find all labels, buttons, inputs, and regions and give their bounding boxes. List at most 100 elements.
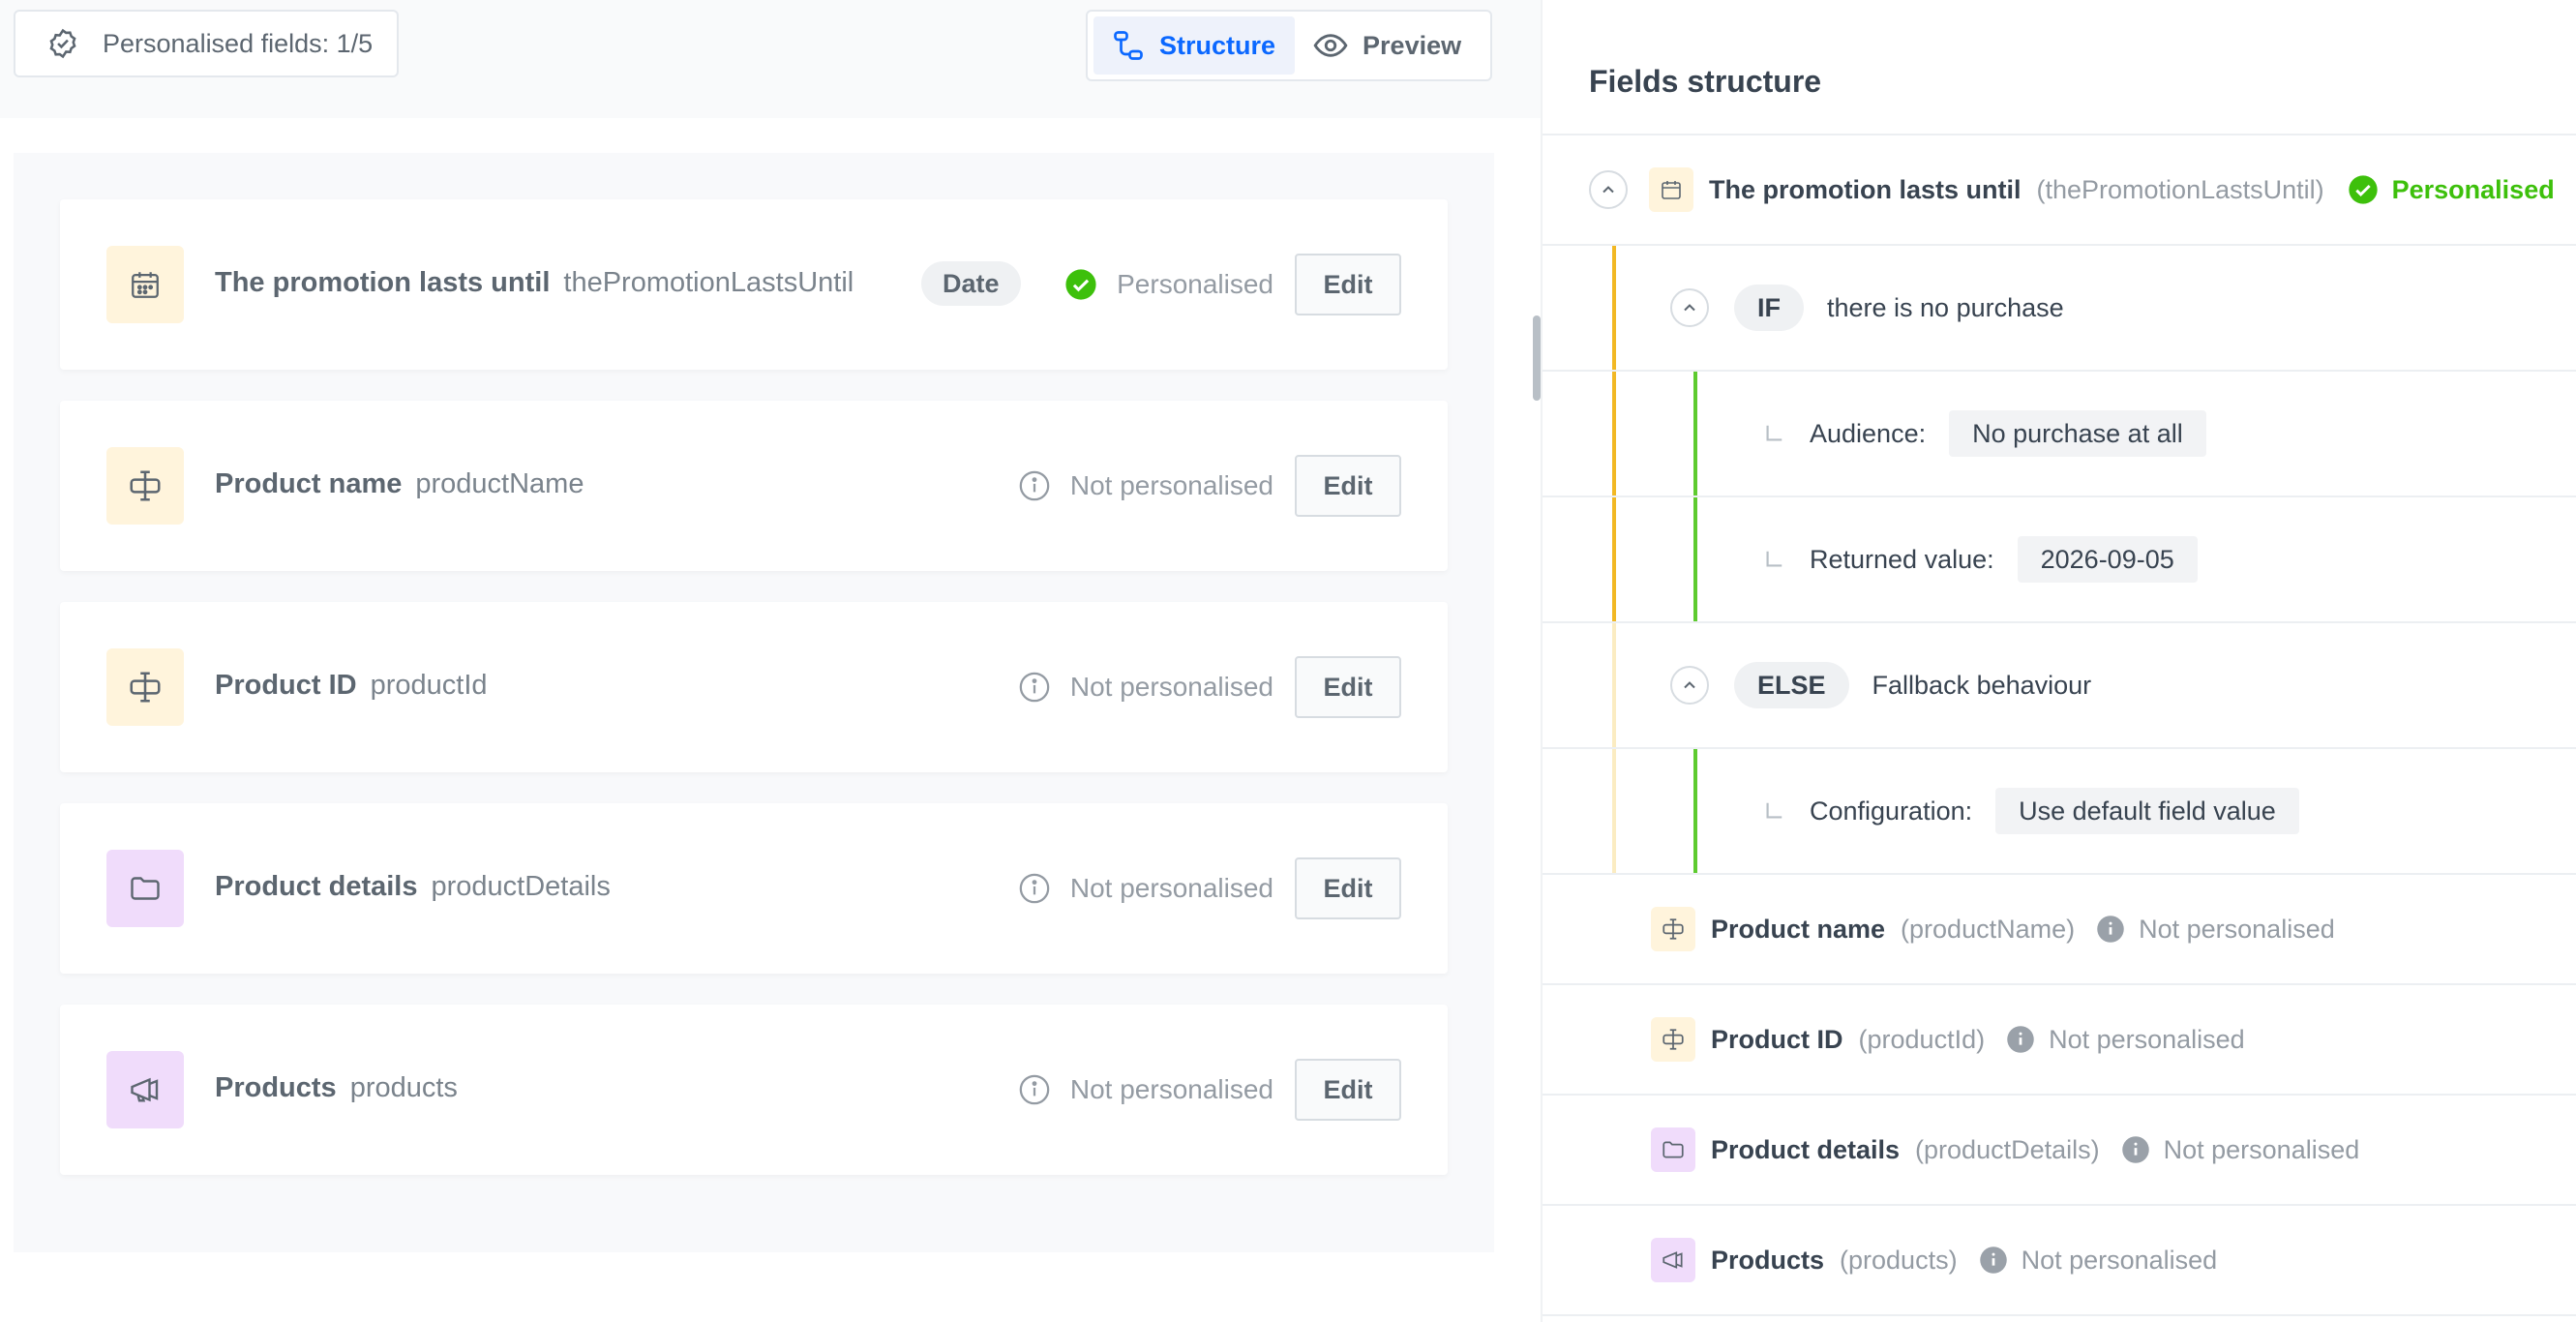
status-badge: Not personalised — [1018, 465, 1273, 507]
collapse-button[interactable] — [1589, 170, 1628, 209]
text-field-icon — [1651, 907, 1695, 951]
status-text: Not personalised — [2139, 914, 2335, 944]
field-name: Products — [215, 1072, 337, 1103]
megaphone-icon — [106, 1051, 184, 1128]
audience-row: Audience: No purchase at all — [1543, 372, 2576, 496]
status-text: Not personalised — [1069, 672, 1273, 702]
check-circle-icon — [2348, 175, 2378, 204]
field-name: Product ID — [1711, 1024, 1843, 1054]
collapse-button[interactable] — [1670, 288, 1709, 327]
structure-icon — [1114, 31, 1143, 60]
scrollbar-thumb[interactable] — [1533, 315, 1541, 401]
panel-title: Fields structure — [1589, 64, 1822, 99]
eye-icon — [1313, 34, 1348, 57]
info-filled-icon — [2007, 1026, 2034, 1053]
status-text: Not personalised — [2021, 1245, 2218, 1275]
structure-field-row: Products (products) Not personalised — [1543, 1206, 2576, 1314]
else-keyword: ELSE — [1734, 662, 1849, 708]
info-filled-icon — [2097, 916, 2124, 943]
field-title: Product ID productId — [215, 670, 488, 702]
status-badge: Not personalised — [1018, 867, 1273, 910]
edit-button[interactable]: Edit — [1295, 1059, 1401, 1121]
if-condition-row: IF there is no purchase — [1543, 246, 2576, 370]
field-type-badge: Date — [921, 261, 1021, 306]
field-name: The promotion lasts until — [215, 267, 551, 298]
field-key: products — [349, 1072, 458, 1103]
status-text: Personalised — [1117, 269, 1273, 299]
branch-corner-icon — [1766, 551, 1782, 567]
preview-view-label: Preview — [1363, 30, 1462, 60]
structure-view-button[interactable]: Structure — [1093, 16, 1296, 75]
field-key: productId — [370, 670, 488, 701]
toolbar: Personalised fields: 1/5 Structure Previ… — [0, 0, 1541, 118]
calendar-icon — [106, 246, 184, 323]
chevron-up-icon — [1603, 186, 1614, 194]
field-name: Product ID — [215, 670, 357, 701]
field-card: Product ID productId Not personalised Edi… — [60, 602, 1448, 772]
field-name: Product details — [1711, 1134, 1901, 1164]
status-text: Not personalised — [1069, 470, 1273, 500]
field-key: (products) — [1840, 1245, 1958, 1275]
root-status: Personalised — [2391, 174, 2555, 204]
info-icon — [1019, 873, 1050, 904]
status-text: Not personalised — [1069, 1074, 1273, 1104]
field-key: (productId) — [1858, 1024, 1986, 1054]
folder-icon — [1651, 1127, 1695, 1172]
status-badge: Not personalised — [1018, 1068, 1273, 1111]
field-name: Product details — [215, 871, 418, 902]
preview-view-button[interactable]: Preview — [1295, 16, 1481, 75]
field-key: (productName) — [1901, 914, 2076, 944]
chevron-up-icon — [1684, 304, 1695, 312]
info-filled-icon — [2121, 1136, 2149, 1163]
text-field-icon — [1651, 1017, 1695, 1062]
edit-button[interactable]: Edit — [1295, 254, 1401, 315]
field-title: The promotion lasts until thePromotionLas… — [215, 267, 854, 299]
fields-list: The promotion lasts until thePromotionLas… — [14, 153, 1494, 1252]
configuration-row: Configuration: Use default field value — [1543, 749, 2576, 873]
edit-button[interactable]: Edit — [1295, 857, 1401, 919]
status-badge: Personalised — [1064, 263, 1273, 306]
megaphone-icon — [1651, 1238, 1695, 1282]
field-card: Products products Not personalised Edit — [60, 1005, 1448, 1175]
structure-field-row: Product name (productName) Not personali… — [1543, 875, 2576, 983]
field-name: Product name — [215, 468, 403, 499]
field-key: productName — [415, 468, 584, 499]
status-badge: Not personalised — [1018, 666, 1273, 708]
field-card: Product details productDetails Not person… — [60, 803, 1448, 974]
folder-icon — [106, 850, 184, 927]
root-key: (thePromotionLastsUntil) — [2036, 174, 2324, 204]
branch-corner-icon — [1766, 425, 1782, 441]
structure-field-row: Product ID (productId) Not personalised — [1543, 985, 2576, 1094]
field-key: thePromotionLastsUntil — [563, 267, 854, 298]
info-icon — [1019, 1074, 1050, 1105]
text-field-icon — [106, 648, 184, 726]
edit-button[interactable]: Edit — [1295, 455, 1401, 517]
field-card: The promotion lasts until thePromotionLas… — [60, 199, 1448, 370]
status-text: Not personalised — [1069, 873, 1273, 903]
info-icon — [1019, 470, 1050, 501]
audience-label: Audience: — [1810, 418, 1927, 448]
returned-value-label: Returned value: — [1810, 544, 1994, 574]
text-field-icon — [106, 447, 184, 525]
edit-button[interactable]: Edit — [1295, 656, 1401, 718]
status-text: Not personalised — [2163, 1134, 2360, 1164]
field-key: (productDetails) — [1915, 1134, 2100, 1164]
info-icon — [1019, 672, 1050, 703]
status-text: Not personalised — [2049, 1024, 2245, 1054]
if-keyword: IF — [1734, 285, 1804, 331]
personalised-fields-button[interactable]: Personalised fields: 1/5 — [14, 10, 399, 77]
collapse-button[interactable] — [1670, 666, 1709, 705]
returned-value-row: Returned value: 2026-09-05 — [1543, 497, 2576, 621]
if-condition: there is no purchase — [1827, 292, 2064, 322]
fields-structure-panel: Fields structure The promotion lasts unt… — [1541, 0, 2576, 1322]
calendar-icon — [1649, 167, 1693, 212]
field-title: Products products — [215, 1072, 458, 1104]
else-condition: Fallback behaviour — [1872, 670, 2092, 700]
field-title: Product details productDetails — [215, 871, 611, 903]
branch-corner-icon — [1766, 802, 1782, 819]
view-switcher: Structure Preview — [1086, 10, 1492, 81]
structure-root-row: The promotion lasts until (thePromotionL… — [1543, 135, 2576, 244]
badge-check-icon — [43, 23, 83, 64]
structure-view-label: Structure — [1159, 30, 1276, 60]
audience-value: No purchase at all — [1949, 410, 2206, 457]
